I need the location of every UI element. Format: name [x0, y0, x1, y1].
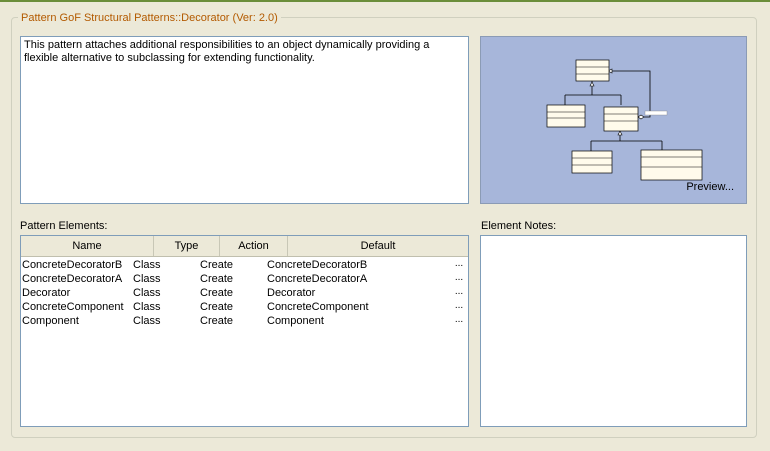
table-row[interactable]: Decorator Class Create Decorator ... [21, 286, 468, 300]
group-title: Pattern GoF Structural Patterns::Decorat… [18, 11, 281, 25]
pattern-elements-label: Pattern Elements: [20, 220, 108, 232]
cell-name: ConcreteComponent [22, 301, 124, 313]
pattern-elements-table[interactable]: Name Type Action Default ConcreteDecorat… [20, 235, 469, 427]
uml-class-decorator [603, 106, 639, 132]
cell-default[interactable]: ConcreteComponent [267, 300, 369, 314]
table-row[interactable]: ConcreteComponent Class Create ConcreteC… [21, 300, 468, 314]
cell-default[interactable]: Component [267, 314, 324, 328]
column-header-type[interactable]: Type [154, 236, 220, 256]
cell-action: Create [200, 259, 234, 271]
cell-default[interactable]: ConcreteDecoratorA [267, 272, 367, 286]
description-box[interactable]: This pattern attaches additional respons… [20, 36, 469, 204]
column-header-default[interactable]: Default [288, 236, 468, 256]
cell-name: Decorator [22, 287, 71, 299]
table-row[interactable]: ConcreteDecoratorB Class Create Concrete… [21, 258, 468, 272]
cell-name: ConcreteDecoratorA [22, 273, 123, 285]
cell-name: Component [22, 315, 79, 327]
uml-class-concrete-component [546, 104, 586, 128]
cell-name: ConcreteDecoratorB [22, 259, 123, 271]
column-header-action[interactable]: Action [220, 236, 288, 256]
cell-default[interactable]: ConcreteDecoratorB [267, 258, 367, 272]
cell-type: Class [133, 287, 161, 299]
browse-button[interactable]: ... [452, 301, 466, 313]
cell-action: Create [200, 287, 234, 299]
diagram-preview[interactable]: Preview... [480, 36, 747, 204]
uml-class-concrete-decorator-a [571, 150, 613, 174]
cell-type: Class [133, 259, 161, 271]
table-header: Name Type Action Default [21, 236, 468, 257]
preview-label: Preview... [686, 181, 734, 193]
element-notes-label: Element Notes: [481, 220, 557, 232]
cell-type: Class [133, 301, 161, 313]
table-row[interactable]: ConcreteDecoratorA Class Create Concrete… [21, 272, 468, 286]
cell-default[interactable]: Decorator [267, 286, 315, 300]
browse-button[interactable]: ... [452, 273, 466, 285]
window-top-border [0, 0, 770, 2]
diagram-thumbnail [546, 59, 703, 181]
browse-button[interactable]: ... [452, 315, 466, 327]
element-notes-box[interactable] [480, 235, 747, 427]
table-row[interactable]: Component Class Create Component ... [21, 314, 468, 328]
column-header-name[interactable]: Name [21, 236, 154, 256]
uml-class-concrete-decorator-b [640, 149, 703, 181]
cell-action: Create [200, 273, 234, 285]
cell-action: Create [200, 301, 234, 313]
browse-button[interactable]: ... [452, 259, 466, 271]
cell-action: Create [200, 315, 234, 327]
cell-type: Class [133, 315, 161, 327]
cell-type: Class [133, 273, 161, 285]
uml-class-component [575, 59, 610, 82]
browse-button[interactable]: ... [452, 287, 466, 299]
